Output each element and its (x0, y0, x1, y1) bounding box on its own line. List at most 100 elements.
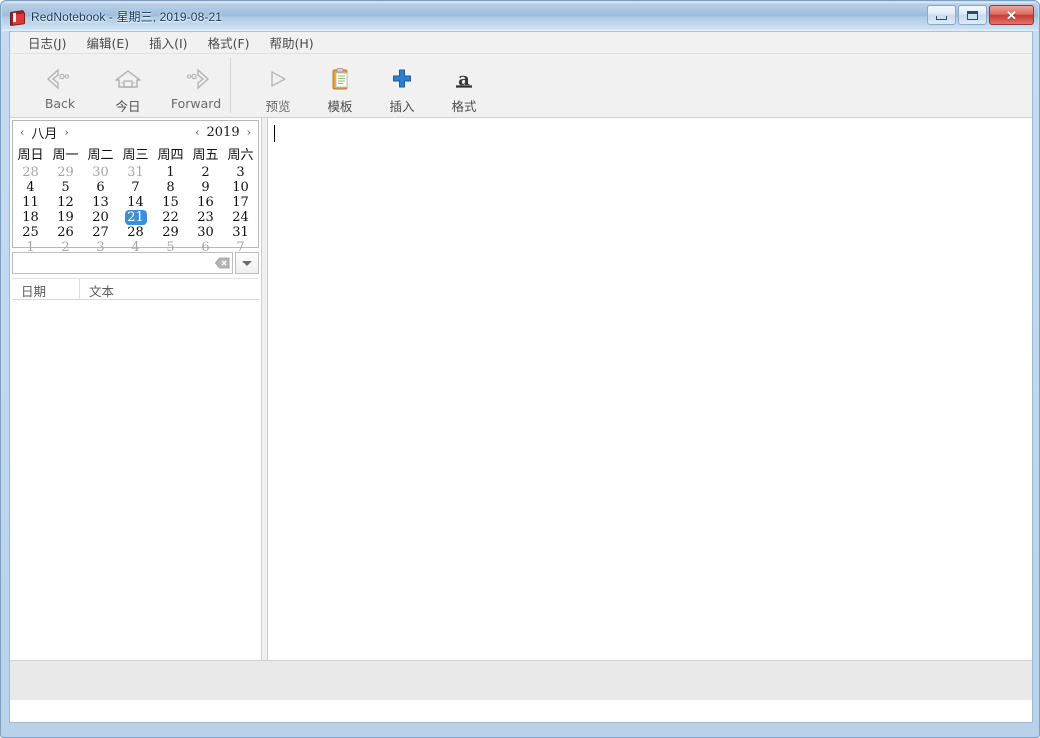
template-clipboard-icon (326, 64, 354, 94)
results-column-text[interactable]: 文本 (80, 279, 259, 299)
calendar-day[interactable]: 28 (13, 165, 48, 180)
menu-item-format[interactable]: 格式(F) (198, 31, 260, 55)
calendar-day[interactable]: 16 (188, 195, 223, 210)
format-button[interactable]: a 格式 (433, 60, 495, 115)
calendar-day[interactable]: 9 (188, 180, 223, 195)
calendar-day[interactable]: 23 (188, 210, 223, 225)
calendar-day-label: 28 (125, 225, 147, 240)
prev-month-button[interactable]: ‹ (19, 127, 25, 138)
menu-bar: 日志(J) 编辑(E) 插入(I) 格式(F) 帮助(H) (10, 32, 1032, 54)
pane-splitter[interactable] (261, 118, 268, 660)
calendar-day[interactable]: 11 (13, 195, 48, 210)
calendar-weekday-5: 周五 (188, 143, 223, 165)
format-a-icon: a (450, 64, 478, 94)
calendar-weekday-6: 周六 (223, 143, 258, 165)
search-box[interactable] (12, 252, 233, 274)
calendar-day[interactable]: 6 (83, 180, 118, 195)
forward-button-label: Forward (171, 96, 221, 111)
menu-item-insert[interactable]: 插入(I) (139, 31, 197, 55)
calendar-day[interactable]: 12 (48, 195, 83, 210)
calendar-day[interactable]: 24 (223, 210, 258, 225)
toolbar-navigation-group: Back 今日 (10, 54, 230, 117)
calendar-day-label: 30 (90, 165, 112, 180)
calendar-day[interactable]: 18 (13, 210, 48, 225)
calendar-day-label: 20 (90, 210, 112, 225)
prev-year-button[interactable]: ‹ (194, 127, 200, 138)
calendar-day[interactable]: 4 (13, 180, 48, 195)
minimize-icon (936, 16, 947, 20)
search-row (12, 252, 259, 274)
menu-item-edit[interactable]: 编辑(E) (76, 31, 139, 55)
calendar-day[interactable]: 1 (153, 165, 188, 180)
journal-editor[interactable] (268, 118, 1032, 660)
preview-button[interactable]: 预览 (247, 60, 309, 115)
calendar-day-label: 21 (125, 210, 147, 225)
toolbar-actions-group: 预览 模板 (231, 54, 495, 117)
calendar-day[interactable]: 30 (83, 165, 118, 180)
calendar-week-row: 252627 28 29 30 31 (13, 225, 258, 240)
calendar-day-label: 8 (160, 180, 182, 195)
calendar-day-label: 31 (230, 225, 252, 240)
calendar-day[interactable]: 31 (118, 165, 153, 180)
menu-item-help[interactable]: 帮助(H) (260, 31, 324, 55)
next-year-button[interactable]: › (246, 127, 252, 138)
calendar-week-row: 45678910 (13, 180, 258, 195)
close-icon: ✕ (1006, 9, 1017, 22)
toolbar: Back 今日 (10, 54, 1032, 118)
calendar-day[interactable]: 28 (118, 225, 153, 240)
minimize-button[interactable] (927, 5, 956, 25)
forward-button[interactable]: Forward (162, 60, 230, 111)
calendar-day-label: 31 (125, 165, 147, 180)
calendar-day[interactable]: 19 (48, 210, 83, 225)
maximize-button[interactable] (958, 5, 987, 25)
results-column-date[interactable]: 日期 (12, 279, 80, 299)
calendar-day[interactable]: 13 (83, 195, 118, 210)
calendar-day[interactable]: 29 (153, 225, 188, 240)
insert-button[interactable]: 插入 (371, 60, 433, 115)
back-button-label: Back (45, 96, 75, 111)
calendar-day[interactable]: 15 (153, 195, 188, 210)
calendar-day[interactable]: 7 (118, 180, 153, 195)
calendar-day[interactable]: 3 (223, 165, 258, 180)
calendar-day[interactable]: 10 (223, 180, 258, 195)
results-list[interactable] (12, 300, 259, 658)
calendar-day[interactable]: 25 (13, 225, 48, 240)
back-arrow-icon (45, 64, 75, 94)
calendar-day[interactable]: 29 (48, 165, 83, 180)
calendar-day[interactable]: 31 (223, 225, 258, 240)
back-button[interactable]: Back (26, 60, 94, 111)
sidebar: ‹ 八月 › ‹ 2019 › 周日周一周二周三周四周五周六 282930311… (10, 118, 261, 660)
next-month-button[interactable]: › (63, 127, 69, 138)
calendar-day-label: 29 (160, 225, 182, 240)
today-button[interactable]: 今日 (94, 60, 162, 115)
calendar-day-label: 24 (230, 210, 252, 225)
calendar-day[interactable]: 17 (223, 195, 258, 210)
insert-button-label: 插入 (389, 96, 414, 115)
client-area: 日志(J) 编辑(E) 插入(I) 格式(F) 帮助(H) Back (9, 31, 1033, 723)
calendar-day[interactable]: 2 (188, 165, 223, 180)
calendar-day-label: 4 (20, 180, 42, 195)
calendar-day[interactable]: 30 (188, 225, 223, 240)
search-dropdown-button[interactable] (235, 252, 259, 274)
calendar-day[interactable]: 27 (83, 225, 118, 240)
insert-plus-icon (388, 64, 416, 94)
menu-item-journal[interactable]: 日志(J) (18, 31, 76, 55)
calendar-day[interactable]: 26 (48, 225, 83, 240)
calendar-day[interactable]: 20 (83, 210, 118, 225)
calendar-day-label: 29 (55, 165, 77, 180)
calendar-day[interactable]: 8 (153, 180, 188, 195)
calendar-day-selected[interactable]: 21 (118, 210, 153, 225)
calendar-day-label: 15 (160, 195, 182, 210)
calendar-day[interactable]: 5 (48, 180, 83, 195)
search-input[interactable] (13, 254, 212, 272)
clear-search-icon[interactable] (212, 253, 232, 273)
calendar-day-label: 5 (55, 180, 77, 195)
calendar-day-label: 19 (55, 210, 77, 225)
forward-arrow-icon (181, 64, 211, 94)
calendar-day[interactable]: 14 (118, 195, 153, 210)
template-button[interactable]: 模板 (309, 60, 371, 115)
calendar-weekday-row: 周日周一周二周三周四周五周六 (13, 143, 258, 165)
calendar-days-body: 2829303112345678910111213141516171819202… (13, 165, 258, 255)
calendar-day[interactable]: 22 (153, 210, 188, 225)
close-button[interactable]: ✕ (989, 5, 1034, 25)
